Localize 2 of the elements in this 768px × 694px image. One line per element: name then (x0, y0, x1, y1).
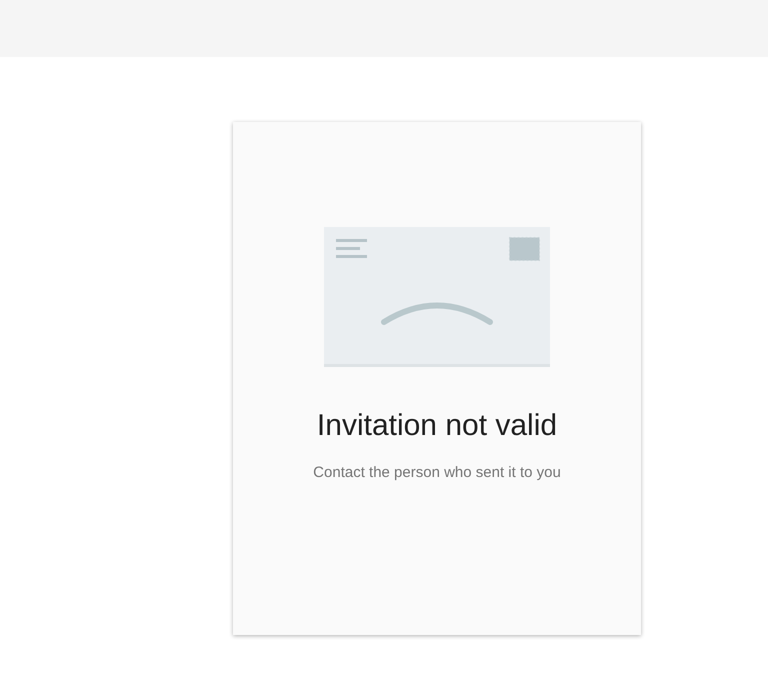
error-message: Contact the person who sent it to you (313, 463, 561, 483)
error-title: Invitation not valid (316, 408, 558, 444)
